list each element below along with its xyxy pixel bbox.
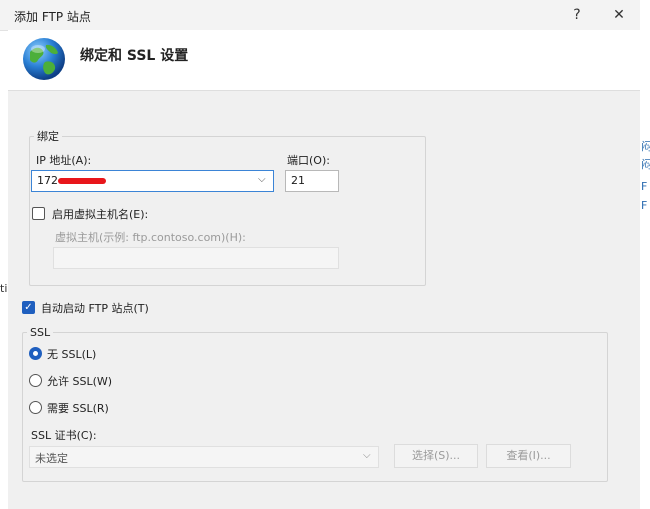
radio-no-ssl[interactable] (29, 347, 42, 360)
select-certificate-button[interactable]: 选择(S)... (394, 444, 478, 468)
window-title: 添加 FTP 站点 (14, 10, 91, 24)
ssl-certificate-value: 未选定 (35, 452, 68, 465)
port-value: 21 (291, 174, 305, 187)
virtual-host-enable-label[interactable]: 启用虚拟主机名(E): (52, 206, 148, 222)
chevron-down-icon[interactable]: ⌵ (363, 450, 371, 461)
require-ssl-label[interactable]: 需要 SSL(R) (47, 400, 109, 416)
port-label: 端口(O): (287, 154, 330, 167)
title-bar: 添加 FTP 站点 ? ✕ (0, 0, 642, 31)
close-button[interactable]: ✕ (596, 2, 642, 28)
ip-address-value: 172 (37, 174, 58, 187)
auto-start-label[interactable]: 自动启动 FTP 站点(T) (41, 300, 149, 316)
ssl-certificate-label: SSL 证书(C): (31, 429, 97, 442)
view-certificate-button[interactable]: 查看(I)... (486, 444, 571, 468)
dialog-header: 绑定和 SSL 设置 (8, 30, 640, 91)
auto-start-checkbox[interactable]: ✓ (22, 301, 35, 314)
virtual-host-input[interactable] (53, 247, 339, 269)
background-link[interactable]: 闷 (641, 138, 650, 154)
background-link[interactable]: F (641, 180, 647, 193)
ssl-group-label: SSL (30, 326, 51, 339)
virtual-host-label: 虚拟主机(示例: ftp.contoso.com)(H): (55, 231, 246, 244)
ip-address-label: IP 地址(A): (36, 154, 92, 167)
page-title: 绑定和 SSL 设置 (80, 48, 189, 64)
background-link[interactable]: 闷 (641, 156, 650, 172)
help-button[interactable]: ? (554, 2, 600, 28)
virtual-host-checkbox[interactable] (32, 207, 45, 220)
redaction-mark (58, 178, 106, 184)
binding-group-label: 绑定 (37, 130, 59, 143)
background-text-fragment: ti (0, 282, 8, 295)
background-window-strip (640, 0, 650, 509)
allow-ssl-label[interactable]: 允许 SSL(W) (47, 373, 112, 389)
globe-icon (23, 38, 65, 80)
no-ssl-label[interactable]: 无 SSL(L) (47, 346, 96, 362)
ssl-certificate-select[interactable]: 未选定 ⌵ (29, 446, 379, 468)
chevron-down-icon[interactable]: ⌵ (258, 174, 266, 185)
radio-require-ssl[interactable] (29, 401, 42, 414)
background-link[interactable]: F (641, 199, 647, 212)
radio-allow-ssl[interactable] (29, 374, 42, 387)
port-input[interactable]: 21 (285, 170, 339, 192)
